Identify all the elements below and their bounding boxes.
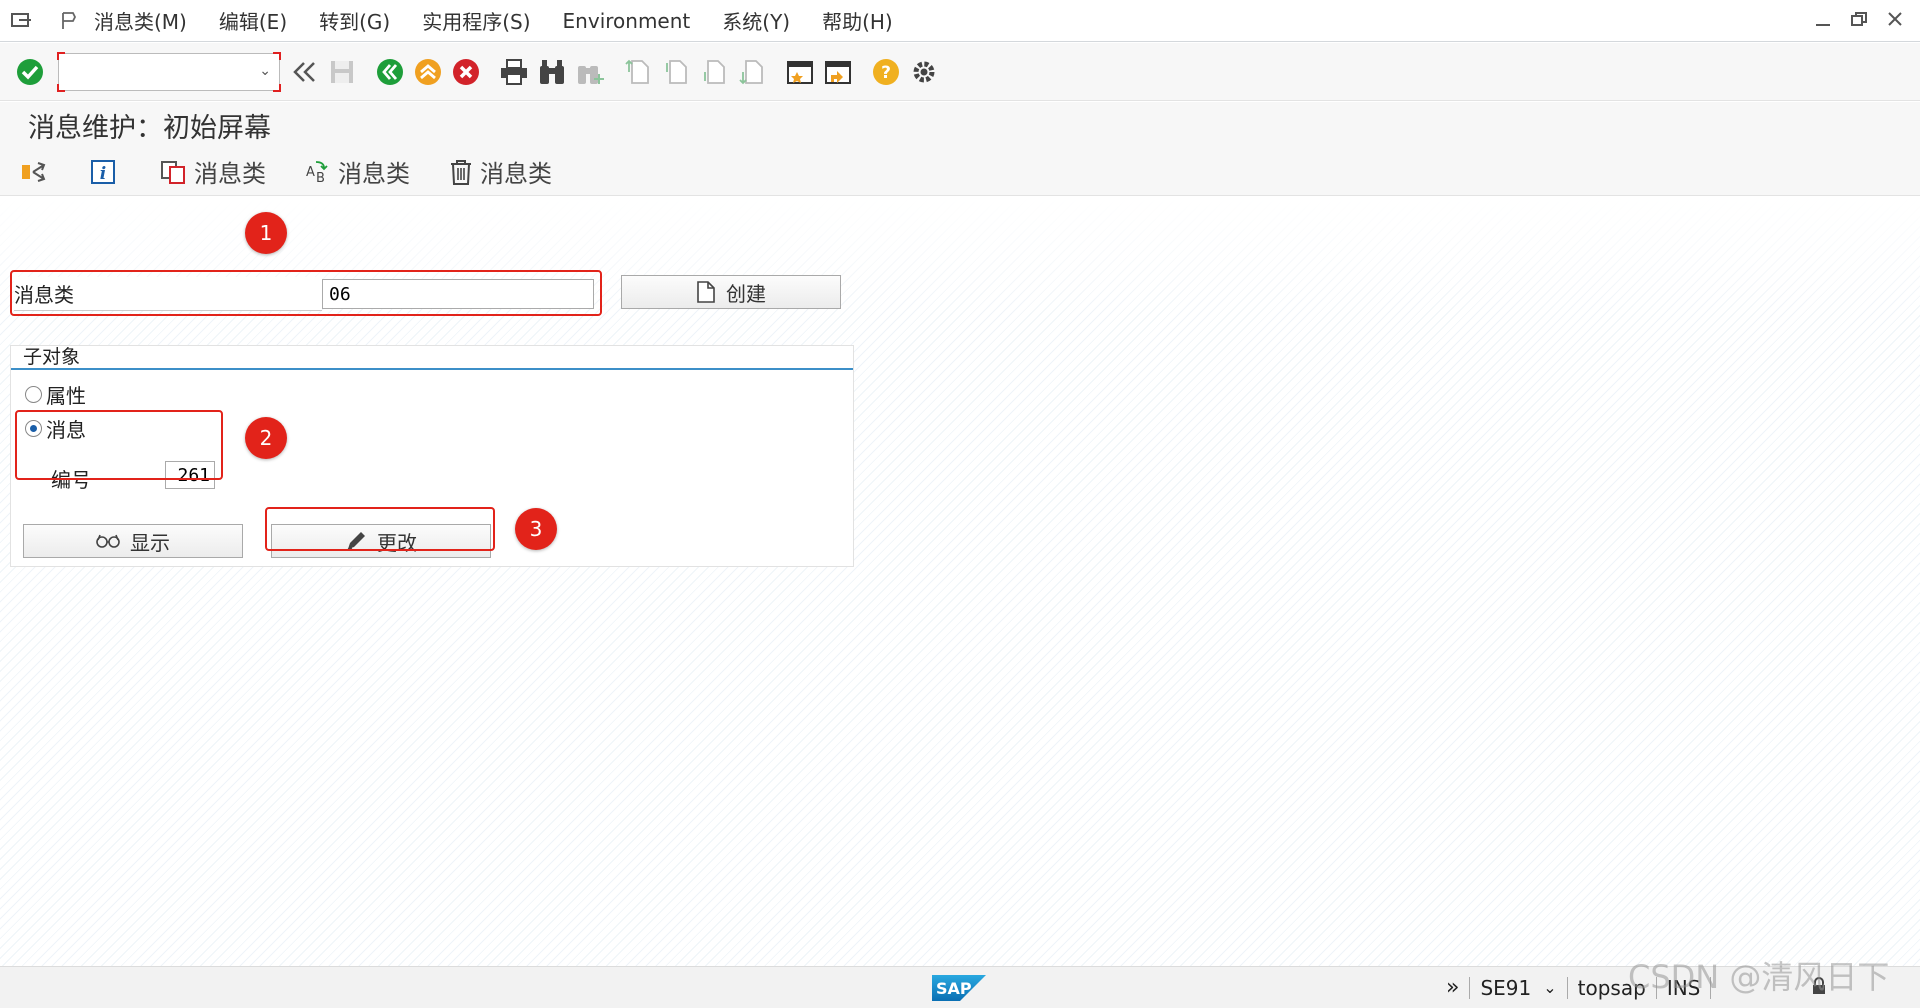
trash-icon	[448, 158, 474, 186]
main-area: 1 消息类 创建 子对象 属性 消息 编号 显示	[0, 197, 1920, 966]
watermark: CSDN @清风日下	[1628, 958, 1890, 996]
info-icon: i	[90, 159, 116, 185]
svg-text:SAP: SAP	[936, 979, 972, 998]
svg-text:A: A	[306, 165, 315, 180]
prev-page-icon[interactable]	[660, 56, 692, 88]
command-field[interactable]: ⌄	[57, 51, 281, 92]
svg-text:?: ?	[881, 63, 891, 83]
last-page-icon[interactable]	[736, 56, 768, 88]
menu-goto[interactable]: 转到(G)	[319, 6, 390, 35]
create-button[interactable]: 创建	[621, 275, 841, 309]
minimize-icon[interactable]	[1812, 8, 1834, 30]
rename-message-class-label: 消息类	[338, 160, 410, 188]
next-page-icon[interactable]	[698, 56, 730, 88]
rename-icon: AB	[304, 158, 332, 186]
check-icon[interactable]	[14, 56, 46, 88]
back-icon[interactable]	[374, 56, 406, 88]
cancel-icon[interactable]	[450, 56, 482, 88]
other-object-button[interactable]	[20, 159, 52, 185]
find-next-icon[interactable]	[574, 56, 606, 88]
svg-text:i: i	[100, 164, 106, 184]
callout-1: 1	[245, 212, 287, 254]
highlight-messages-number	[15, 410, 223, 480]
display-label: 显示	[130, 530, 170, 555]
menu-system[interactable]: 系统(Y)	[722, 6, 790, 35]
restore-icon[interactable]	[1848, 8, 1870, 30]
chevron-down-icon[interactable]: ⌄	[259, 63, 271, 79]
copy-message-class-button[interactable]: 消息类	[160, 154, 266, 189]
status-dropdown-icon[interactable]: ⌄	[1543, 978, 1556, 997]
settings-icon[interactable]	[908, 56, 940, 88]
application-toolbar: i 消息类 AB 消息类 消息类	[0, 148, 1920, 196]
svg-text:B: B	[316, 171, 325, 186]
back-double-icon[interactable]	[288, 56, 320, 88]
sap-logo: SAP	[932, 975, 986, 1001]
radio-attributes-circle[interactable]	[25, 386, 42, 403]
highlight-change-button	[265, 507, 495, 551]
group-title: 子对象	[11, 346, 853, 370]
glasses-icon	[96, 533, 120, 549]
radio-attributes[interactable]: 属性	[25, 380, 86, 409]
highlight-message-class	[10, 270, 602, 316]
window-controls	[1812, 8, 1906, 30]
menu-message-class[interactable]: 消息类(M)	[94, 6, 187, 35]
display-button[interactable]: 显示	[23, 524, 243, 558]
info-button[interactable]: i	[90, 159, 122, 185]
print-icon[interactable]	[498, 56, 530, 88]
command-input[interactable]	[59, 53, 239, 88]
other-object-icon	[20, 159, 46, 185]
rename-message-class-button[interactable]: AB 消息类	[304, 154, 410, 189]
exit-icon[interactable]	[412, 56, 444, 88]
expand-status-icon[interactable]: »	[1446, 975, 1459, 1000]
menu-utilities[interactable]: 实用程序(S)	[422, 6, 530, 35]
delete-message-class-label: 消息类	[480, 160, 552, 188]
callout-3: 3	[515, 508, 557, 550]
copy-icon	[160, 158, 188, 186]
standard-toolbar: ⌄ ?	[0, 43, 1920, 101]
first-page-icon[interactable]	[622, 56, 654, 88]
transaction-code: SE91	[1480, 975, 1532, 1000]
menu-bar: 消息类(M) 编辑(E) 转到(G) 实用程序(S) Environment 系…	[0, 0, 1920, 42]
create-label: 创建	[726, 281, 766, 306]
system-menu-icon[interactable]	[0, 0, 44, 42]
menu-edit[interactable]: 编辑(E)	[219, 6, 287, 35]
close-icon[interactable]	[1884, 8, 1906, 30]
delete-message-class-button[interactable]: 消息类	[448, 154, 552, 189]
callout-2: 2	[245, 417, 287, 459]
help-icon[interactable]: ?	[870, 56, 902, 88]
page-title: 消息维护：初始屏幕	[0, 102, 1920, 148]
radio-attributes-label: 属性	[46, 384, 86, 408]
new-document-icon	[696, 281, 716, 303]
favorites-icon[interactable]	[44, 0, 94, 42]
find-icon[interactable]	[536, 56, 568, 88]
shortcut-icon[interactable]	[822, 56, 854, 88]
new-session-icon[interactable]	[784, 56, 816, 88]
menu-help[interactable]: 帮助(H)	[822, 6, 893, 35]
copy-message-class-label: 消息类	[194, 160, 266, 188]
save-icon[interactable]	[326, 56, 358, 88]
menu-environment[interactable]: Environment	[563, 9, 691, 33]
